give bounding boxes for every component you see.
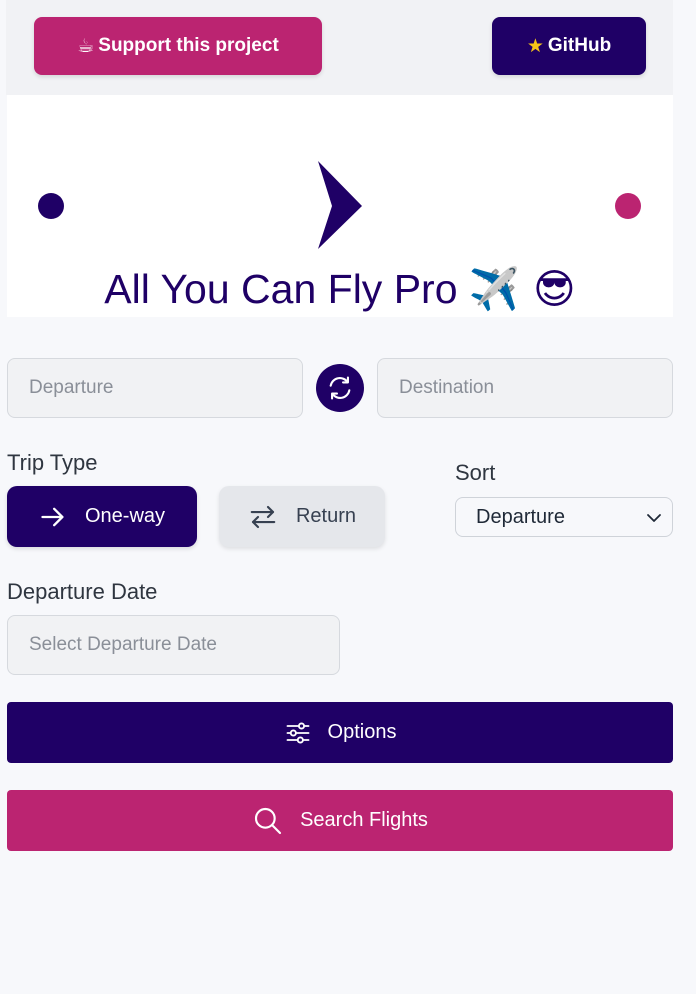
one-way-button[interactable]: One-way	[7, 486, 197, 547]
options-label: Options	[327, 721, 397, 743]
swap-refresh-icon	[329, 376, 351, 400]
support-button-label: Support this project	[98, 35, 279, 56]
hero-banner: All You Can Fly Pro ✈️ 😎	[7, 95, 673, 317]
search-icon	[255, 807, 282, 834]
origin-dot	[38, 193, 64, 219]
destination-dot	[615, 193, 641, 219]
app-title-text: All You Can Fly Pro	[104, 266, 458, 312]
app-title: All You Can Fly Pro ✈️ 😎	[7, 265, 673, 314]
github-button[interactable]: ★ GitHub	[492, 17, 646, 75]
departure-date-input[interactable]: Select Departure Date	[7, 615, 340, 675]
coffee-icon: ☕	[77, 35, 95, 57]
sliders-icon	[286, 721, 309, 744]
sort-label: Sort	[455, 460, 496, 485]
support-project-button[interactable]: ☕ Support this project	[34, 17, 322, 75]
search-flights-label: Search Flights	[300, 809, 428, 831]
destination-input[interactable]: Destination	[377, 358, 673, 418]
sort-select[interactable]: Departure	[455, 497, 673, 537]
sort-selected-value: Departure	[476, 505, 565, 528]
return-button[interactable]: Return	[219, 486, 385, 547]
destination-placeholder: Destination	[399, 377, 495, 398]
chevron-down-icon	[647, 514, 661, 522]
one-way-label: One-way	[84, 505, 166, 527]
arrow-right-icon	[41, 507, 64, 526]
departure-date-placeholder: Select Departure Date	[29, 634, 217, 655]
departure-input[interactable]: Departure	[7, 358, 303, 418]
star-icon: ★	[526, 35, 544, 57]
swap-airports-button[interactable]	[316, 364, 364, 412]
plane-sunglasses-emoji-icon: ✈️ 😎	[468, 265, 576, 313]
return-label: Return	[295, 505, 357, 527]
github-button-label: GitHub	[547, 35, 612, 56]
trip-type-label: Trip Type	[7, 450, 98, 475]
arrows-exchange-icon	[250, 505, 276, 528]
departure-placeholder: Departure	[29, 377, 114, 398]
search-flights-button[interactable]: Search Flights	[7, 790, 673, 851]
options-button[interactable]: Options	[7, 702, 673, 763]
departure-date-label: Departure Date	[7, 579, 158, 604]
